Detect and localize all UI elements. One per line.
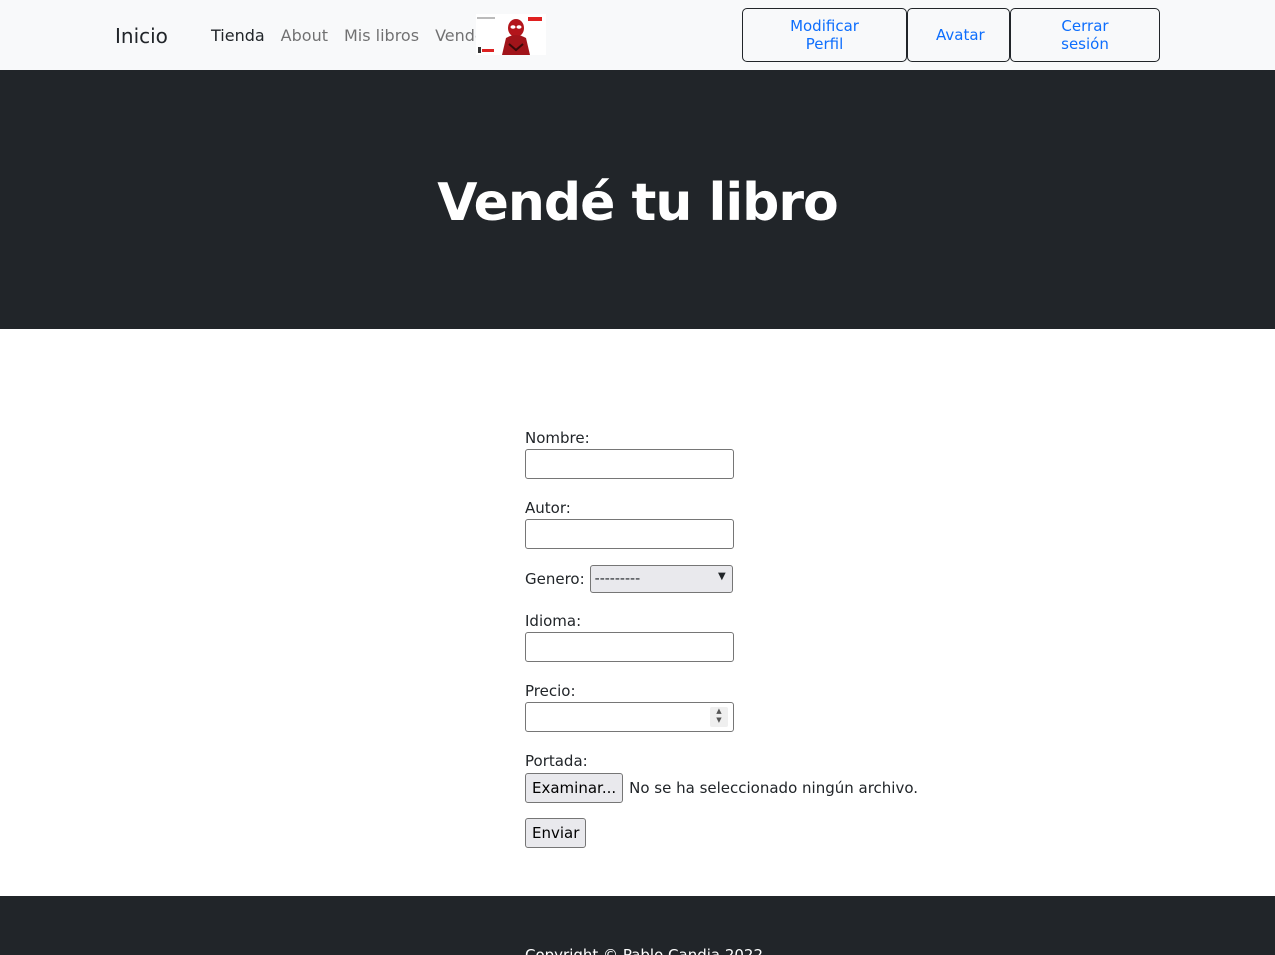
idioma-input[interactable] — [525, 632, 734, 662]
nav-link-tienda[interactable]: Tienda — [211, 26, 265, 46]
avatar-image — [476, 14, 546, 55]
avatar-button[interactable]: Avatar — [907, 8, 1010, 62]
nombre-input[interactable] — [525, 449, 734, 479]
autor-input[interactable] — [525, 519, 734, 549]
footer: Copyright © Pablo Candia 2022 — [0, 896, 1275, 955]
idioma-field-group: Idioma: — [525, 611, 734, 662]
autor-field-group: Autor: — [525, 498, 734, 549]
edit-profile-button[interactable]: Modificar Perfil — [742, 8, 907, 62]
portada-label: Portada: — [525, 752, 588, 770]
file-input: Examinar... No se ha seleccionado ningún… — [525, 773, 945, 803]
submit-button[interactable]: Enviar — [525, 818, 587, 848]
genero-label: Genero: — [525, 570, 585, 588]
chevron-down-icon: ▼ — [717, 571, 726, 582]
portada-field-group: Portada: Examinar... No se ha selecciona… — [525, 751, 945, 803]
precio-input[interactable]: ▲ ▼ — [525, 702, 734, 732]
logout-button[interactable]: Cerrar sesión — [1010, 8, 1160, 62]
copyright-text: Copyright © Pablo Candia 2022 — [525, 946, 764, 955]
submit-group: Enviar — [525, 818, 587, 848]
genero-selected-value: --------- — [594, 571, 641, 587]
genero-field-group: Genero: --------- ▼ — [525, 565, 733, 593]
precio-label: Precio: — [525, 682, 576, 700]
nombre-label: Nombre: — [525, 429, 590, 447]
nav-link-mis-libros[interactable]: Mis libros — [344, 26, 419, 46]
nav-link-about[interactable]: About — [281, 26, 328, 46]
precio-field-group: Precio: ▲ ▼ — [525, 681, 734, 732]
brand-link[interactable]: Inicio — [115, 24, 168, 48]
nombre-field-group: Nombre: — [525, 428, 734, 479]
file-status-text: No se ha seleccionado ningún archivo. — [629, 779, 919, 797]
nav-buttons: Modificar Perfil Avatar Cerrar sesión — [742, 8, 1160, 62]
autor-label: Autor: — [525, 499, 571, 517]
idioma-label: Idioma: — [525, 612, 582, 630]
number-spinner-icon[interactable]: ▲ ▼ — [710, 707, 728, 727]
page-title: Vendé tu libro — [437, 173, 839, 233]
browse-file-button[interactable]: Examinar... — [525, 773, 624, 803]
navbar: Inicio Tienda About Mis libros Vender Mo… — [0, 0, 1275, 70]
page-header: Vendé tu libro — [0, 70, 1275, 329]
nav-links: Tienda About Mis libros Vender — [211, 26, 491, 46]
genero-select[interactable]: --------- ▼ — [589, 565, 733, 593]
